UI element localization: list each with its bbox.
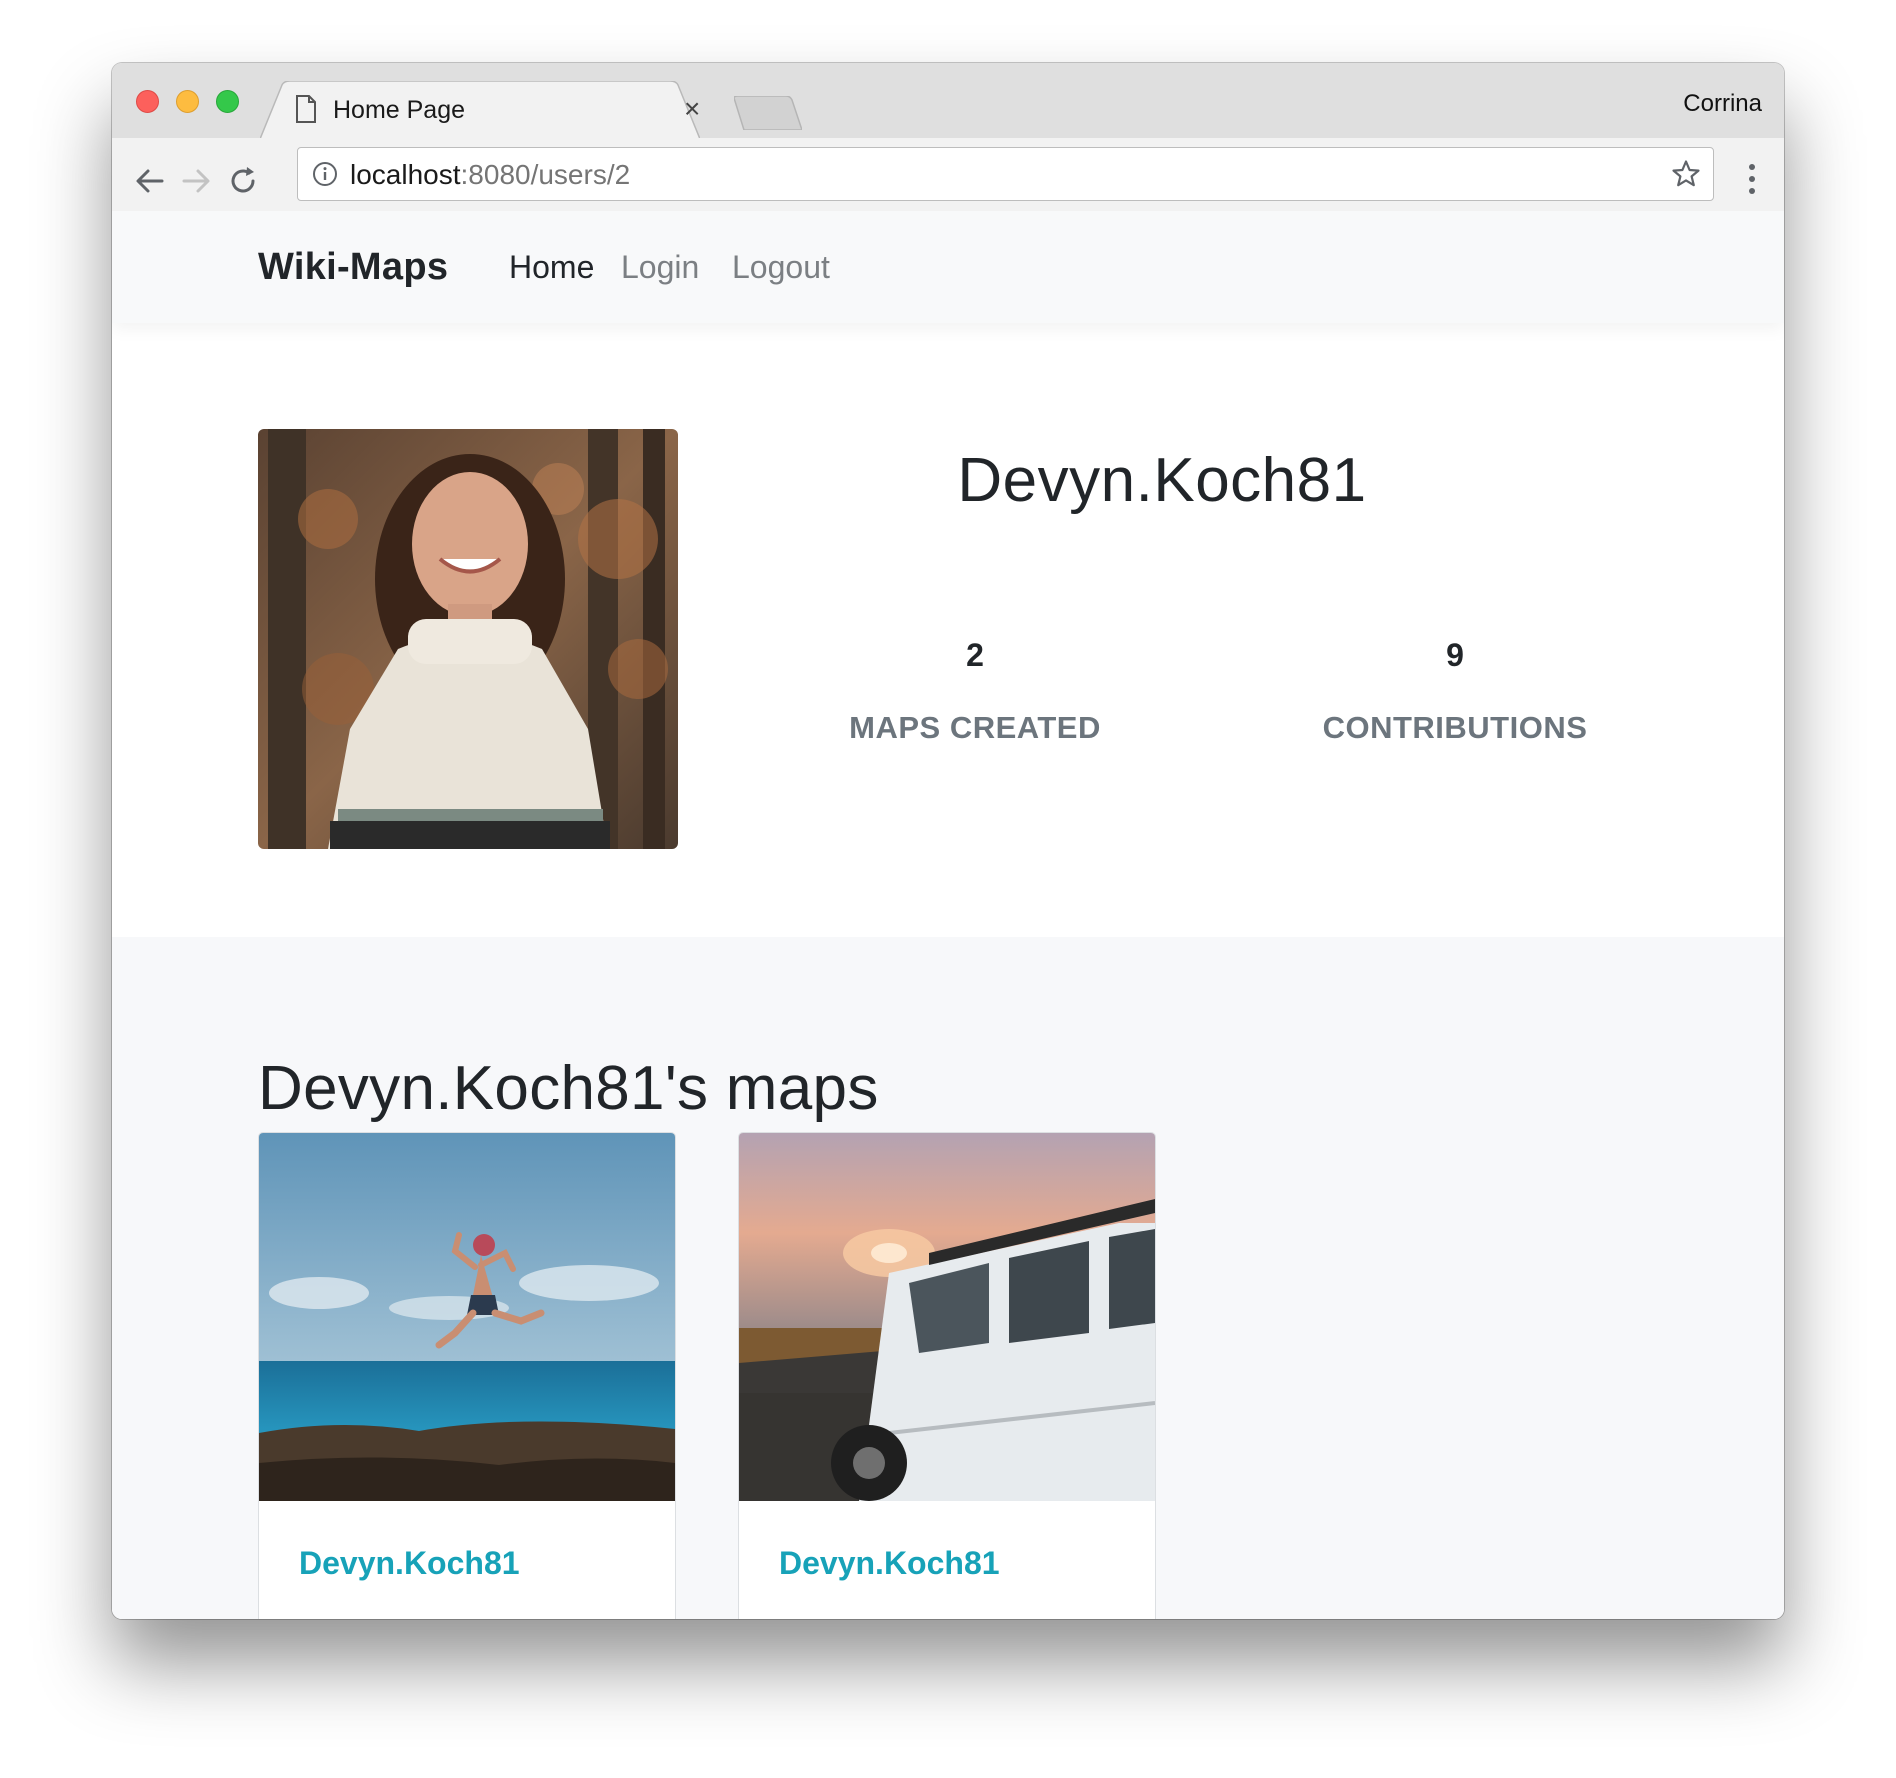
new-tab-button[interactable] (734, 96, 802, 130)
runner-jumping-by-sea-photo[interactable] (259, 1133, 675, 1501)
map-card[interactable]: Devyn.Koch81 (258, 1132, 676, 1619)
map-card[interactable]: Devyn.Koch81 (738, 1132, 1156, 1619)
reload-icon[interactable] (223, 161, 263, 201)
contributions-label: CONTRIBUTIONS (1322, 710, 1588, 745)
browser-profile-name[interactable]: Corrina (1683, 89, 1762, 119)
bookmark-star-icon[interactable] (1671, 159, 1701, 189)
back-arrow-icon[interactable] (130, 161, 170, 201)
browser-window: Home Page × Corrina localhost:8080/users… (112, 63, 1784, 1619)
window-minimize-button[interactable] (176, 90, 199, 113)
url-path: :8080/users/2 (460, 159, 631, 190)
browser-tab[interactable] (260, 81, 700, 139)
maps-created-label: MAPS CREATED (849, 710, 1101, 745)
forward-arrow-icon[interactable] (176, 161, 216, 201)
user-maps-section: Devyn.Koch81's maps Devyn.Koch81 Devyn.K… (112, 937, 1784, 1619)
map-card-author-link[interactable]: Devyn.Koch81 (299, 1543, 520, 1583)
brand-logo[interactable]: Wiki-Maps (258, 244, 448, 290)
address-bar[interactable]: localhost:8080/users/2 (297, 147, 1714, 201)
url-host: localhost (350, 159, 461, 190)
page-icon (296, 95, 316, 123)
contributions-count: 9 (1446, 637, 1464, 673)
site-navbar: Wiki-Maps Home Login Logout (112, 211, 1784, 323)
nav-link-login[interactable]: Login (621, 247, 699, 287)
title-bar: Home Page × Corrina (112, 63, 1784, 139)
maps-created-count: 2 (966, 637, 984, 673)
profile-username: Devyn.Koch81 (957, 446, 1367, 515)
profile-photo (258, 429, 678, 849)
browser-menu-icon[interactable] (1746, 159, 1758, 199)
map-card-author-link[interactable]: Devyn.Koch81 (779, 1543, 1000, 1583)
maps-heading: Devyn.Koch81's maps (258, 1054, 879, 1123)
tab-title: Home Page (333, 96, 466, 124)
tab-close-icon[interactable]: × (684, 94, 700, 124)
window-close-button[interactable] (136, 90, 159, 113)
window-maximize-button[interactable] (216, 90, 239, 113)
url-text: localhost:8080/users/2 (350, 158, 630, 192)
nav-link-logout[interactable]: Logout (732, 247, 830, 287)
nav-link-home[interactable]: Home (509, 247, 594, 287)
page-viewport: Wiki-Maps Home Login Logout Devyn.Koch81… (112, 211, 1784, 1619)
info-icon[interactable] (312, 161, 338, 187)
white-jeep-at-sunset-photo[interactable] (739, 1133, 1155, 1501)
